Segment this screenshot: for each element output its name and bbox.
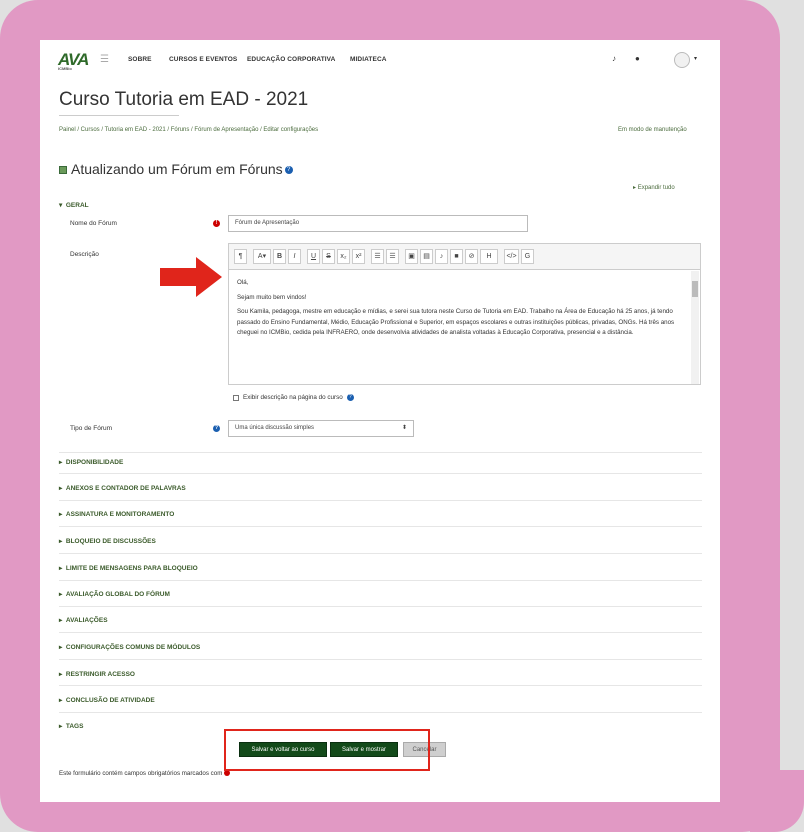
paragraph-button[interactable]: ¶ xyxy=(234,249,247,264)
forum-icon xyxy=(59,166,67,175)
required-fields-note: Este formulário contém campos obrigatóri… xyxy=(59,770,231,777)
form-heading: Atualizando um Fórum em Fóruns? xyxy=(59,161,293,177)
desc-paragraph: Olá, xyxy=(237,279,249,286)
font-size-button[interactable]: A▾ xyxy=(253,249,271,264)
nav-item-midiateca[interactable]: MIDIATECA xyxy=(350,56,387,63)
scrollbar-thumb[interactable] xyxy=(692,281,698,297)
description-text[interactable]: Olá, Sejam muito bem vindos! Sou Kamila,… xyxy=(237,278,685,343)
section-configuracoes[interactable]: ▸ CONFIGURAÇÕES COMUNS DE MÓDULOS xyxy=(59,643,200,651)
description-editor[interactable]: ¶ A▾ B I U S x₂ x² ☰ ☰ ▣ ▤ ♪ ■ ⊘ H </> G… xyxy=(228,243,701,385)
desc-paragraph: Sejam muito bem vindos! xyxy=(237,293,307,301)
section-disponibilidade[interactable]: ▸ DISPONIBILIDADE xyxy=(59,458,123,466)
divider xyxy=(59,553,702,554)
section-assinatura[interactable]: ▸ ASSINATURA E MONITORAMENTO xyxy=(59,510,174,518)
strikethrough-button[interactable]: S xyxy=(322,249,335,264)
nav-item-educacao[interactable]: EDUCAÇÃO CORPORATIVA xyxy=(247,56,335,63)
unlink-button[interactable]: ⊘ xyxy=(465,249,478,264)
subscript-button[interactable]: x₂ xyxy=(337,249,350,264)
divider xyxy=(59,452,702,453)
page-title: Curso Tutoria em EAD - 2021 xyxy=(59,89,309,110)
chevron-down-icon[interactable]: ▾ xyxy=(694,55,697,62)
audio-button[interactable]: ♪ xyxy=(435,249,448,264)
buttons-highlight-box xyxy=(224,729,430,771)
avatar[interactable] xyxy=(674,52,690,68)
red-arrow-icon xyxy=(160,257,222,297)
nav-item-sobre[interactable]: SOBRE xyxy=(128,56,152,63)
section-limite[interactable]: ▸ LIMITE DE MENSAGENS PARA BLOQUEIO xyxy=(59,564,198,572)
breadcrumb[interactable]: Painel / Cursos / Tutoria em EAD - 2021 … xyxy=(59,127,318,133)
screenshot-page: AVA ICMBio ☰ SOBRE CURSOS E EVENTOS EDUCA… xyxy=(40,40,720,802)
divider xyxy=(59,580,702,581)
expand-all-link[interactable]: ▸ Expandir tudo xyxy=(633,184,675,191)
nav-item-cursos[interactable]: CURSOS E EVENTOS xyxy=(169,56,237,63)
divider xyxy=(59,712,702,713)
required-icon: ! xyxy=(213,220,220,227)
underline-button[interactable]: U xyxy=(307,249,320,264)
forum-name-input[interactable]: Fórum de Apresentação xyxy=(228,215,528,232)
help-icon[interactable]: ? xyxy=(346,394,354,401)
section-conclusao[interactable]: ▸ CONCLUSÃO DE ATIVIDADE xyxy=(59,696,155,704)
html-button[interactable]: </> xyxy=(504,249,519,264)
maintenance-link[interactable]: Em modo de manutenção xyxy=(618,127,687,133)
section-anexos[interactable]: ▸ ANEXOS E CONTADOR DE PALAVRAS xyxy=(59,484,186,492)
desc-paragraph: Sou Kamila, pedagoga, mestre em educação… xyxy=(237,308,675,336)
unordered-list-button[interactable]: ☰ xyxy=(371,249,384,264)
editor-scrollbar[interactable] xyxy=(691,271,699,384)
h5p-button[interactable]: H xyxy=(480,249,498,264)
divider xyxy=(59,473,702,474)
divider xyxy=(59,659,702,660)
frame-tail xyxy=(750,770,804,832)
divider xyxy=(59,526,702,527)
top-navbar: AVA ICMBio ☰ SOBRE CURSOS E EVENTOS EDUCA… xyxy=(40,40,720,80)
chat-icon[interactable]: ● xyxy=(635,54,640,63)
forum-type-select[interactable]: Uma única discussão simples ⬍ xyxy=(228,420,414,437)
section-avaliacao-global[interactable]: ▸ AVALIAÇÃO GLOBAL DO FÓRUM xyxy=(59,590,170,598)
video-button[interactable]: ■ xyxy=(450,249,463,264)
section-geral[interactable]: ▾ GERAL xyxy=(59,201,89,209)
forum-name-label: Nome do Fórum xyxy=(70,220,117,227)
ordered-list-button[interactable]: ☰ xyxy=(386,249,399,264)
editor-toolbar: ¶ A▾ B I U S x₂ x² ☰ ☰ ▣ ▤ ♪ ■ ⊘ H </> G xyxy=(229,244,700,270)
help-icon[interactable]: ? xyxy=(284,166,293,175)
divider xyxy=(59,606,702,607)
bell-icon[interactable]: ♪ xyxy=(612,54,616,63)
divider xyxy=(59,500,702,501)
italic-button[interactable]: I xyxy=(288,249,301,264)
title-divider xyxy=(59,115,179,116)
divider xyxy=(59,632,702,633)
help-icon[interactable]: ? xyxy=(213,425,220,432)
required-icon xyxy=(224,770,231,777)
section-restringir[interactable]: ▸ RESTRINGIR ACESSO xyxy=(59,670,135,678)
media-button[interactable]: ▤ xyxy=(420,249,433,264)
show-description-checkbox[interactable]: Exibir descrição na página do curso? xyxy=(233,394,354,401)
site-logo[interactable]: AVA ICMBio xyxy=(58,50,89,71)
section-bloqueio[interactable]: ▸ BLOQUEIO DE DISCUSSÕES xyxy=(59,537,156,545)
section-tags[interactable]: ▸ TAGS xyxy=(59,722,83,730)
image-button[interactable]: ▣ xyxy=(405,249,418,264)
more-button[interactable]: G xyxy=(521,249,534,264)
description-label: Descrição xyxy=(70,251,99,258)
checkbox-icon[interactable] xyxy=(233,394,239,401)
divider xyxy=(59,685,702,686)
forum-type-label: Tipo de Fórum xyxy=(70,425,113,432)
superscript-button[interactable]: x² xyxy=(352,249,365,264)
select-arrow-icon: ⬍ xyxy=(401,425,407,431)
section-avaliacoes[interactable]: ▸ AVALIAÇÕES xyxy=(59,616,108,624)
bold-button[interactable]: B xyxy=(273,249,286,264)
menu-icon[interactable]: ☰ xyxy=(100,54,109,65)
